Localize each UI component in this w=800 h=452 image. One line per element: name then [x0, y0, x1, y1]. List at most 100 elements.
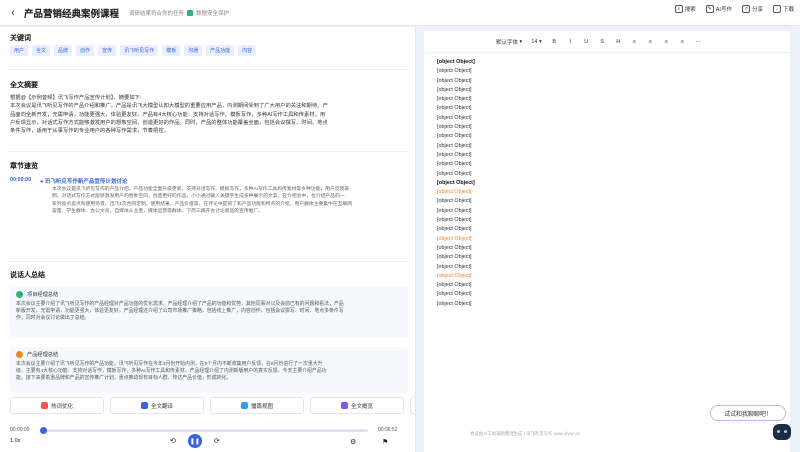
- speaker-line: 能，接下来要着重品牌和产品的宣传推广计划，重点推动现有目标人群，传达产品价值，形…: [16, 376, 232, 382]
- doc-subheading: [object Object]: [437, 272, 472, 279]
- ai-write-button[interactable]: ✎ AI写作: [705, 5, 732, 13]
- search-label: 搜索: [684, 7, 696, 13]
- progress-track[interactable]: [40, 427, 368, 434]
- speakers-title: 说话人总结: [10, 272, 45, 279]
- speaker-name: 产品经理总结: [27, 352, 59, 358]
- keyword-tag[interactable]: 品牌: [54, 45, 73, 56]
- keyword-tag[interactable]: 产品功能: [206, 45, 235, 56]
- action-label: 热词优化: [50, 403, 73, 410]
- speaker-line: 作，同时对会议讨论做出了总结。: [16, 316, 90, 322]
- doc-line: [object Object]: [437, 207, 472, 214]
- privacy-text: 数据安全保护: [196, 10, 230, 17]
- keyword-tag[interactable]: 宣传: [98, 45, 117, 56]
- chapter-text: 本次会议是讯飞听见写作的产品介绍，产品功能全面升级更新，支持对话写作、模板写作，…: [52, 186, 402, 215]
- chapter-line: 本次会议是讯飞听见写作的产品介绍，产品功能全面升级更新，支持对话写作、模板写作，…: [52, 187, 350, 192]
- format-button[interactable]: U: [583, 39, 590, 45]
- shield-icon: [187, 9, 194, 16]
- share-button[interactable]: ↗ 分享: [741, 5, 763, 13]
- view-icon: [240, 402, 248, 409]
- download-label: 下载: [782, 7, 794, 13]
- doc-line: [object Object]: [437, 226, 472, 233]
- action-button[interactable]: 播篇视图: [210, 397, 304, 414]
- keyword-tag[interactable]: 沟通: [184, 45, 203, 56]
- play-pause-button[interactable]: ❚❚: [187, 434, 202, 448]
- keyword-tag[interactable]: 全文: [32, 45, 51, 56]
- keyword-tag[interactable]: 用户: [10, 45, 29, 56]
- format-button[interactable]: ≡: [663, 39, 670, 45]
- action-button[interactable]: 热词优化: [10, 397, 104, 414]
- font-size-label: 14: [531, 38, 538, 45]
- settings-icon[interactable]: ⚙: [350, 438, 356, 446]
- format-button[interactable]: ≡: [631, 39, 638, 45]
- format-button[interactable]: B: [551, 39, 558, 45]
- doc-line: [object Object]: [437, 86, 472, 93]
- footer-text: 会议由AI工具辅助整理生成 | 讯飞听见写作 www.xfyun.cn: [470, 431, 581, 436]
- doc-line: [object Object]: [437, 263, 472, 270]
- doc-line: [object Object]: [437, 96, 472, 103]
- subtitle-info: 调研结果符合你的任务 数据安全保护: [129, 9, 229, 17]
- font-select[interactable]: 默认字体 ▾: [496, 38, 522, 46]
- chapter-line: 容量、学生群体、办公文员，自媒体从业者，媒体运营等群体，下周三再开会讨论新品的宣…: [52, 208, 264, 214]
- speed-button[interactable]: 1.0x: [10, 438, 20, 444]
- doc-line: [object Object]: [437, 114, 472, 121]
- current-time: 00:00:00: [10, 427, 30, 433]
- action-label: 播篇视图: [250, 403, 273, 410]
- chapter-time[interactable]: 00:00:00: [10, 177, 31, 183]
- header-tools: ⌕ 搜索 ✎ AI写作 ↗ 分享 ↓ 下载: [674, 5, 794, 13]
- format-button[interactable]: ⋯: [695, 39, 702, 45]
- share-label: 分享: [751, 7, 763, 13]
- doc-subheading: [object Object]: [437, 189, 472, 196]
- format-button[interactable]: H: [615, 39, 622, 45]
- doc-line: [object Object]: [437, 291, 472, 298]
- keyword-tag[interactable]: 内容: [238, 45, 257, 56]
- progress-knob[interactable]: [40, 427, 47, 434]
- doc-line: [object Object]: [437, 133, 472, 140]
- doc-line: [object Object]: [437, 77, 472, 84]
- chat-bubble[interactable]: 试试和我聊聊吧！: [710, 405, 786, 421]
- document-body[interactable]: [object Object] [object Object] [object Ob…: [437, 58, 782, 309]
- fire-icon: [40, 402, 48, 409]
- chapter-title[interactable]: ● 讯飞听见写作新产品宣传计划讨论: [40, 177, 127, 185]
- speaker-line: 本次会议主要介绍了讯飞听见写作的产品经理对产品功能的优化需求，产品经理介绍了产品…: [16, 302, 344, 307]
- back-arrow-icon[interactable]: ‹: [6, 6, 20, 20]
- action-button[interactable]: 离线转写: [410, 397, 415, 414]
- download-button[interactable]: ↓ 下载: [772, 5, 794, 13]
- format-button[interactable]: I: [567, 39, 574, 45]
- action-button[interactable]: 全文翻译: [110, 397, 204, 414]
- robot-assistant-icon[interactable]: [773, 424, 791, 440]
- top-bar: ‹ 产品营销经典案例课程 调研结果符合你的任务 数据安全保护 ⌕ 搜索 ✎ AI写作…: [0, 0, 800, 26]
- format-button[interactable]: ≡: [647, 39, 654, 45]
- speaker-text: 本次会议主要介绍了讯飞听见写作的产品经理对产品功能的优化需求，产品经理介绍了产品…: [16, 301, 402, 323]
- divider: [8, 69, 408, 70]
- doc-line: [object Object]: [437, 282, 472, 289]
- rewind-icon[interactable]: ⟲: [170, 437, 176, 445]
- summary-line: 根据@【示例音频】讯飞写作产品宣传计划】，摘要如下:: [10, 95, 142, 101]
- format-button[interactable]: ≡: [679, 39, 686, 45]
- doc-line: [object Object]: [437, 254, 472, 261]
- editor-panel: 默认字体 ▾ 14 ▾ B I U S H ≡ ≡ ≡ ≡ ⋯ [object Object] [o…: [424, 31, 790, 452]
- doc-line: [object Object]: [437, 161, 472, 168]
- keyword-tag[interactable]: 模板: [162, 45, 181, 56]
- doc-line: [object Object]: [437, 151, 472, 158]
- translate-icon: [140, 402, 148, 409]
- doc-line: [object Object]: [437, 124, 472, 131]
- font-size-select[interactable]: 14 ▾: [531, 39, 541, 45]
- action-buttons: 热词优化 全文翻译 播篇视图 全文概览 离线转写: [10, 397, 415, 414]
- forward-icon[interactable]: ⟳: [214, 437, 220, 445]
- divider: [8, 151, 408, 152]
- keyword-tag[interactable]: 创作: [76, 45, 95, 56]
- ai-write-label: AI写作: [715, 7, 732, 13]
- speaker-card: 项目经理总结 本次会议主要介绍了讯飞听见写作的产品经理对产品功能的优化需求，产品…: [10, 287, 408, 337]
- action-button[interactable]: 全文概览: [310, 397, 404, 414]
- doc-subheading: [object Object]: [437, 235, 472, 242]
- chapter-line: 明，对话式写作方式能够激发用户的想象空间，创造更好的作品。小小通过输入关键字生成…: [52, 194, 345, 200]
- format-button[interactable]: S: [599, 39, 606, 45]
- keyword-tag[interactable]: 讯飞听见写作: [120, 45, 159, 56]
- doc-line: [object Object]: [437, 142, 472, 149]
- speaker-line: 新版开发，无需申请，功能更强大，体验更友好，产品经理还介绍了公司市场推广策略，包…: [16, 309, 344, 315]
- search-button[interactable]: ⌕ 搜索: [674, 5, 696, 13]
- flag-icon[interactable]: ⚑: [382, 438, 388, 446]
- ai-write-icon: ✎: [705, 5, 714, 13]
- speaker-text: 本次会议主要介绍了讯飞听见写作的产品功能。讯飞听见写作在今年3月份开始内测，在5…: [16, 361, 402, 383]
- chapters-title: 章节速览: [10, 163, 38, 170]
